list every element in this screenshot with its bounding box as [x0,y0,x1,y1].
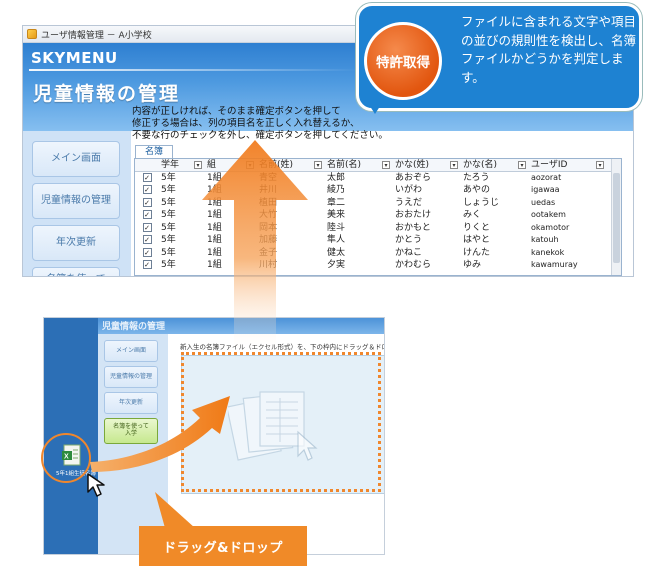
table-cell: kanekok [531,247,565,257]
table-cell: 5年 [161,197,176,208]
sidebar-nav: メイン画面 児童情報の管理 年次更新 名簿を使って 入学 [23,131,131,276]
scrollbar-thumb[interactable] [613,173,620,263]
table-cell: 綾乃 [327,185,346,195]
table-cell: igawaa [531,185,560,194]
table-cell: aozorat [531,172,562,182]
table-cell: あやの [463,185,491,195]
nav-enroll-by-roster-button[interactable]: 名簿を使って 入学 [32,267,120,276]
column-header[interactable]: 学年 ▾ [159,159,205,171]
table-cell: かとう [395,235,423,245]
row-checkbox[interactable]: ✓ [142,197,152,207]
row-checkbox[interactable]: ✓ [142,247,152,257]
bottom-nav-student-info-button[interactable]: 児童情報の管理 [104,366,158,388]
table-cell: uedas [531,197,556,207]
table-cell: いがわ [395,185,423,195]
table-cell: 5年 [161,222,176,233]
drag-and-drop-banner: ドラッグ&ドロップ [139,526,307,566]
table-cell: あおぞら [395,172,432,183]
table-cell: okamotor [531,222,570,232]
table-cell: ootakem [531,210,566,219]
row-checkbox-cell[interactable]: ✓ [135,197,159,210]
table-cell: うえだ [395,197,423,208]
table-cell: はやと [463,235,491,245]
table-cell: 5年 [161,260,176,270]
row-checkbox[interactable]: ✓ [142,210,152,219]
row-checkbox[interactable]: ✓ [142,260,152,269]
table-cell: katouh [531,235,559,244]
table-cell: ゆみ [463,260,482,270]
table-cell: おおたけ [395,210,432,220]
table-cell: みく [463,210,482,220]
row-checkbox[interactable]: ✓ [142,222,152,232]
row-checkbox-cell[interactable]: ✓ [135,222,159,235]
table-cell: 5年 [161,235,176,245]
table-cell: しょうじ [463,197,500,208]
nav-student-info-button[interactable]: 児童情報の管理 [32,183,120,219]
upload-arrow [202,140,308,355]
row-checkbox-cell[interactable]: ✓ [135,184,159,197]
bottom-page-title: 児童情報の管理 [102,322,166,332]
drag-direction-arrow [90,396,230,472]
app-icon [27,29,37,39]
dropdown-arrow-icon[interactable]: ▾ [518,161,526,169]
bottom-nav-main-button[interactable]: メイン画面 [104,340,158,362]
table-cell: 太郎 [327,172,346,183]
file-highlight-circle [41,433,91,483]
dropdown-arrow-icon[interactable]: ▾ [382,161,390,169]
table-cell: けんた [463,247,491,258]
nav-main-screen-button[interactable]: メイン画面 [32,141,120,177]
row-checkbox[interactable]: ✓ [142,185,152,194]
dropdown-arrow-icon[interactable]: ▾ [314,161,322,169]
header-divider [29,69,359,71]
table-cell: 5年 [161,185,176,195]
callout-text: ファイルに含まれる文字や項目の並びの規則性を検出し、名簿ファイルかどうかを判定し… [461,14,637,85]
table-cell: 健太 [327,247,346,258]
dragged-document-icon [228,391,318,461]
vertical-scrollbar[interactable] [611,159,621,275]
dropdown-arrow-icon[interactable]: ▾ [596,161,604,169]
row-checkbox[interactable]: ✓ [142,172,152,182]
header-check-col [135,159,159,171]
dropdown-arrow-icon[interactable]: ▾ [450,161,458,169]
row-checkbox-cell[interactable]: ✓ [135,172,159,185]
table-cell: かわむら [395,260,432,270]
tab-roster[interactable]: 名簿 [135,145,173,158]
table-cell: 5年 [161,172,176,183]
table-cell: 夕実 [327,260,346,270]
row-checkbox[interactable]: ✓ [142,235,152,244]
page-title: 児童情報の管理 [33,83,181,105]
nav-annual-update-button[interactable]: 年次更新 [32,225,120,261]
table-cell: かねこ [395,247,423,258]
column-header[interactable]: かな(姓) ▾ [393,159,461,171]
table-cell: 5年 [161,247,176,258]
callout-tail [366,100,384,114]
table-cell: kawamuray [531,260,578,269]
column-header[interactable]: 名前(名) ▾ [325,159,393,171]
table-cell: 章二 [327,197,346,208]
window-title: ユーザ情報管理 － A小学校 [41,30,152,41]
table-cell: おかもと [395,222,431,233]
table-cell: 5年 [161,210,176,220]
table-cell: りくと [463,222,491,233]
row-checkbox-cell[interactable]: ✓ [135,247,159,260]
instruction-text: 内容が正しければ、そのまま確定ボタンを押して 修正する場合は、列の項目名を正しく… [132,106,388,141]
patent-badge: 特許取得 [364,22,442,100]
table-cell: たろう [463,172,490,183]
table-cell: 美来 [327,210,346,220]
table-cell: 陸斗 [327,222,346,233]
table-cell: 隼人 [327,235,346,245]
row-checkbox-cell[interactable]: ✓ [135,209,159,222]
skymenu-logo: SKYMENU [31,49,118,67]
column-header[interactable]: かな(名) ▾ [461,159,529,171]
row-checkbox-cell[interactable]: ✓ [135,259,159,272]
column-header[interactable]: ユーザID ▾ [529,159,607,171]
row-checkbox-cell[interactable]: ✓ [135,234,159,247]
